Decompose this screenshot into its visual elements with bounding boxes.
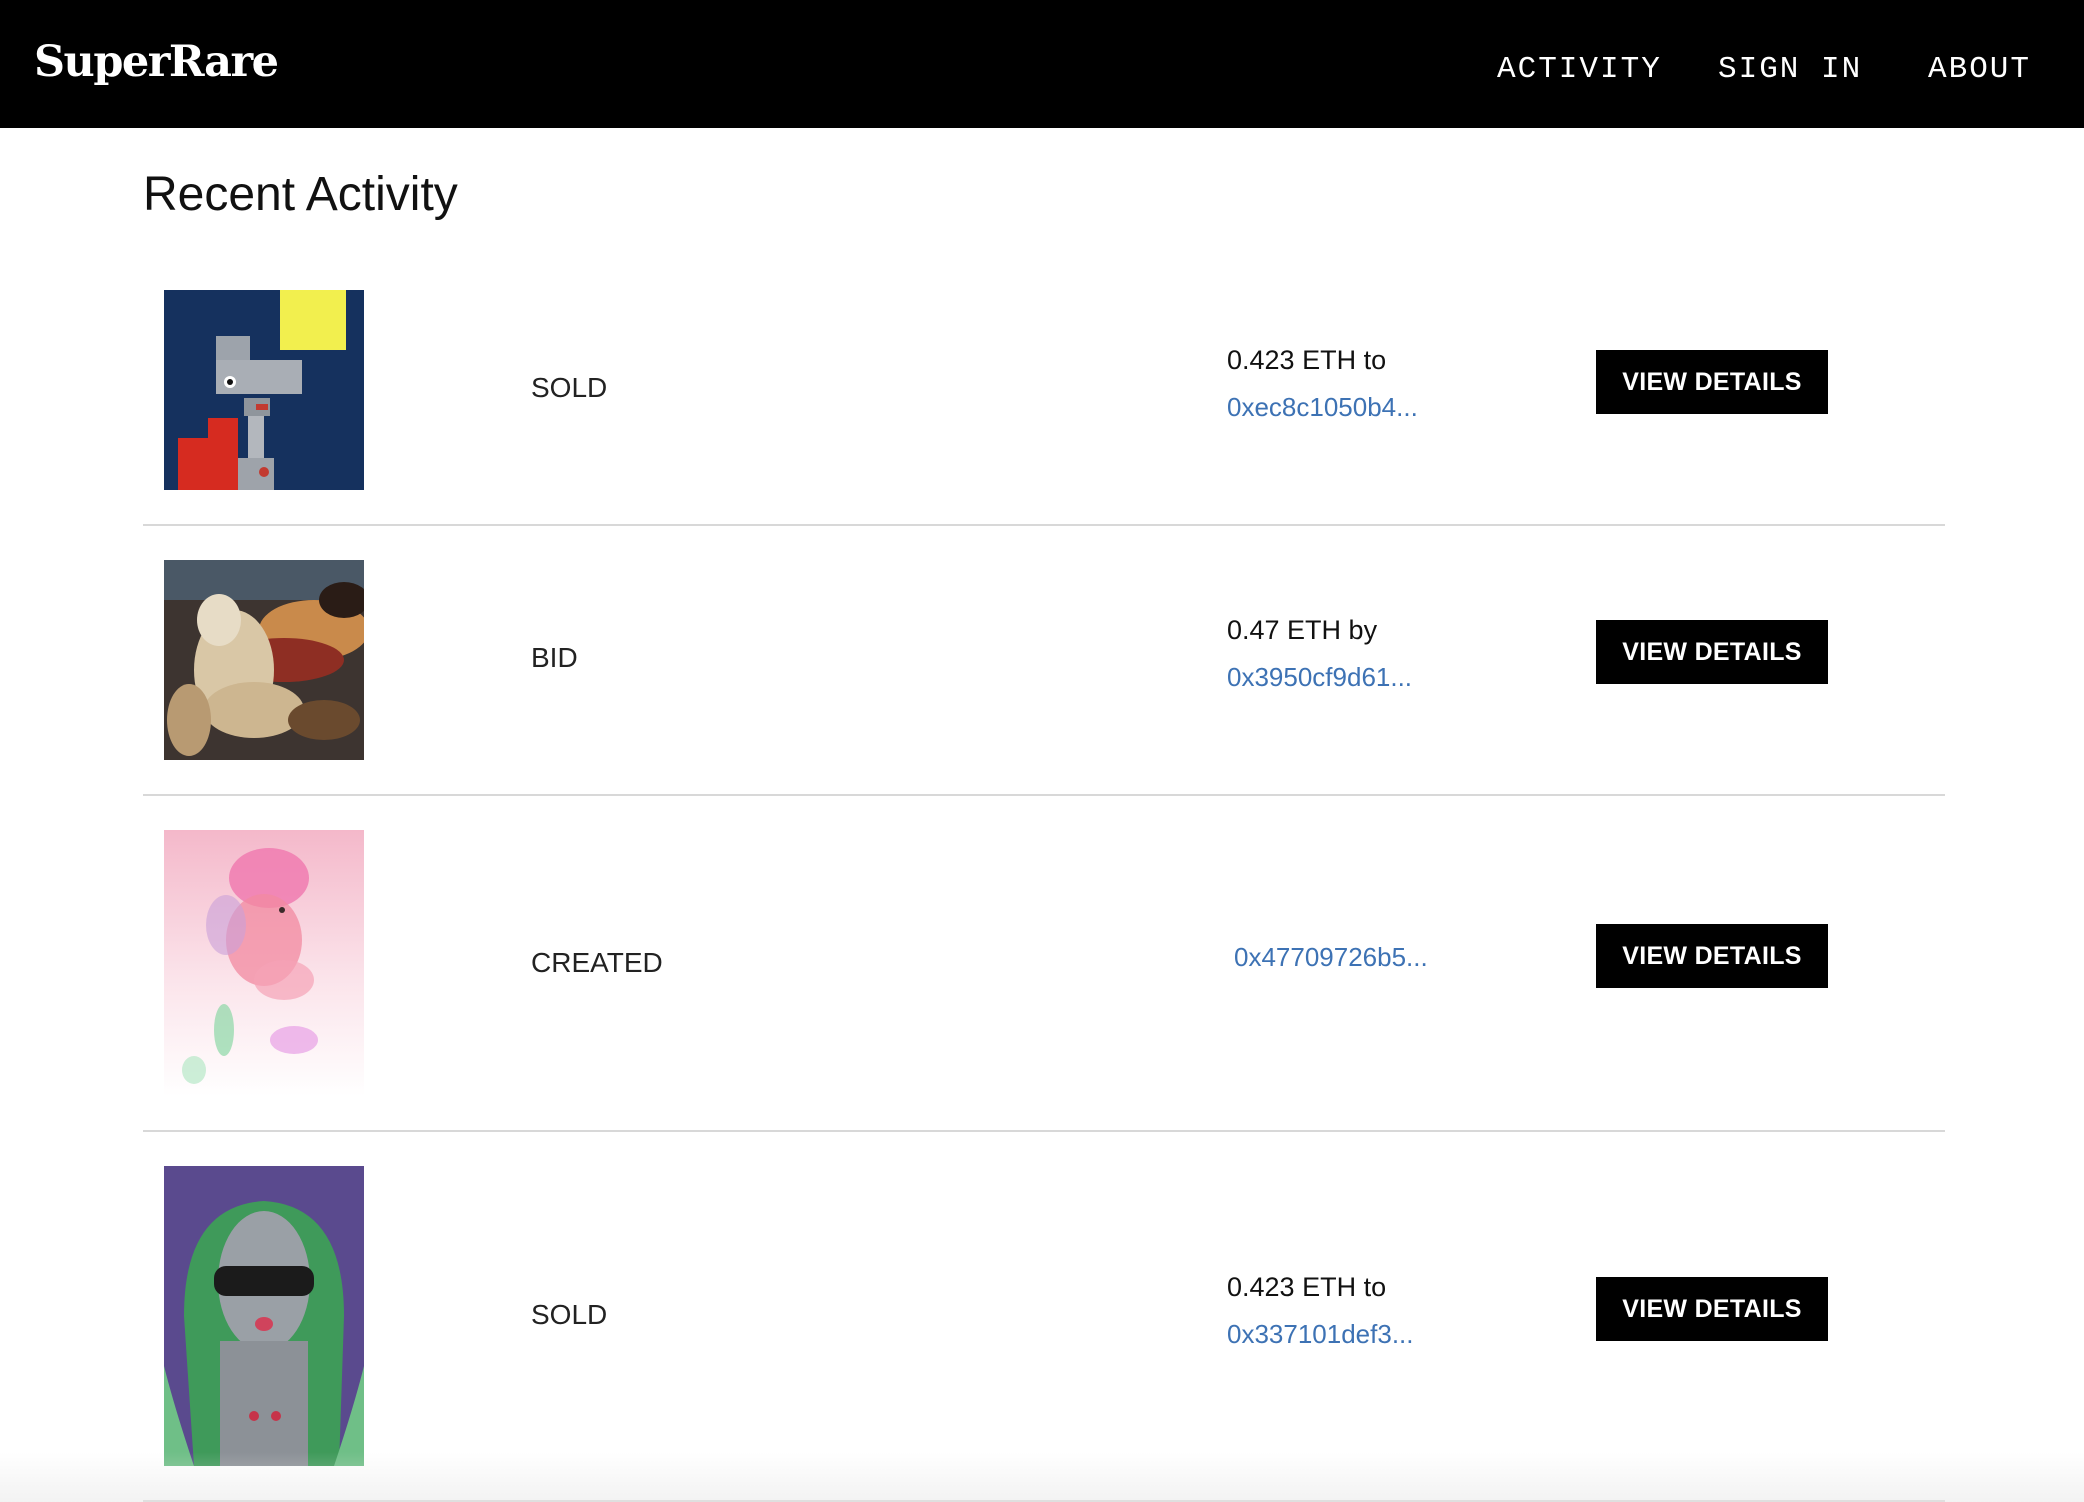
wallet-address-link[interactable]: 0x47709726b5... <box>1234 940 1428 974</box>
activity-amount: 0.423 ETH to <box>1227 1272 1387 1302</box>
view-details-button[interactable]: VIEW DETAILS <box>1596 350 1828 414</box>
scroll-fade <box>0 1452 2084 1502</box>
pink-portrait-artwork <box>164 830 364 1096</box>
robot-figure-artwork <box>164 290 364 490</box>
page-title: Recent Activity <box>143 168 458 221</box>
activity-amount: 0.423 ETH to <box>1227 345 1387 375</box>
activity-event-label: CREATED <box>531 947 663 978</box>
row-divider <box>143 794 1945 796</box>
nav-sign-in-link[interactable]: SIGN IN <box>1718 50 1862 90</box>
view-details-button[interactable]: VIEW DETAILS <box>1596 620 1828 684</box>
artwork-thumbnail[interactable] <box>164 1166 364 1466</box>
row-divider <box>143 1130 1945 1132</box>
row-divider <box>143 524 1945 526</box>
activity-amount: 0.47 ETH by <box>1227 615 1378 645</box>
activity-event-label: SOLD <box>531 1299 608 1330</box>
nav-activity-link[interactable]: ACTIVITY <box>1497 50 1662 90</box>
surreal-figures-artwork <box>164 560 364 760</box>
green-hair-figure-artwork <box>164 1166 364 1466</box>
wallet-address-link[interactable]: 0xec8c1050b4... <box>1227 390 1418 424</box>
activity-event-label: SOLD <box>531 372 608 403</box>
view-details-button[interactable]: VIEW DETAILS <box>1596 924 1828 988</box>
artwork-thumbnail[interactable] <box>164 560 364 760</box>
artwork-thumbnail[interactable] <box>164 290 364 490</box>
top-navigation-bar: SuperRare ACTIVITY SIGN IN ABOUT <box>0 0 2084 128</box>
wallet-address-link[interactable]: 0x3950cf9d61... <box>1227 660 1412 694</box>
nav-about-link[interactable]: ABOUT <box>1928 50 2031 90</box>
activity-event-label: BID <box>531 642 578 673</box>
view-details-button[interactable]: VIEW DETAILS <box>1596 1277 1828 1341</box>
artwork-thumbnail[interactable] <box>164 830 364 1096</box>
superrare-logo[interactable]: SuperRare <box>34 34 279 90</box>
wallet-address-link[interactable]: 0x337101def3... <box>1227 1317 1414 1351</box>
